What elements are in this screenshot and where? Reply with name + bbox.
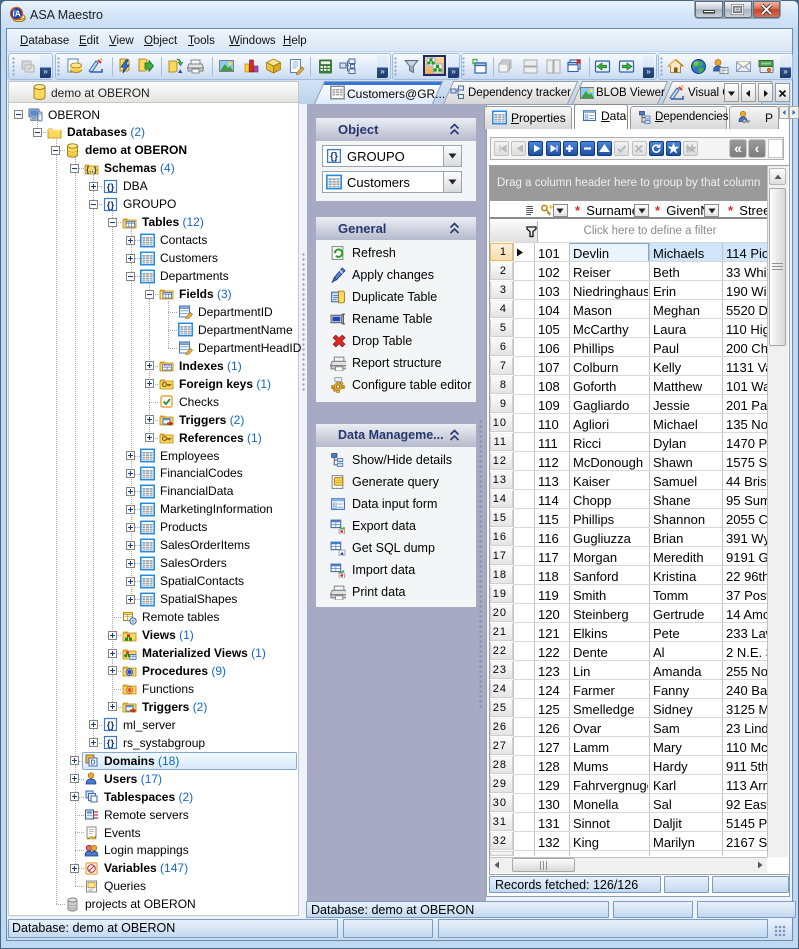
svg-text:{}: {} [107, 182, 115, 193]
svg-text:{}: {} [107, 720, 115, 731]
svg-text:{}: {} [107, 738, 115, 749]
svg-text:{}: {} [107, 200, 115, 211]
svg-text:{..}: {..} [86, 166, 97, 175]
svg-text:iA: iA [12, 8, 20, 18]
svg-text:D: D [90, 760, 95, 767]
svg-text:{}: {} [330, 152, 338, 163]
